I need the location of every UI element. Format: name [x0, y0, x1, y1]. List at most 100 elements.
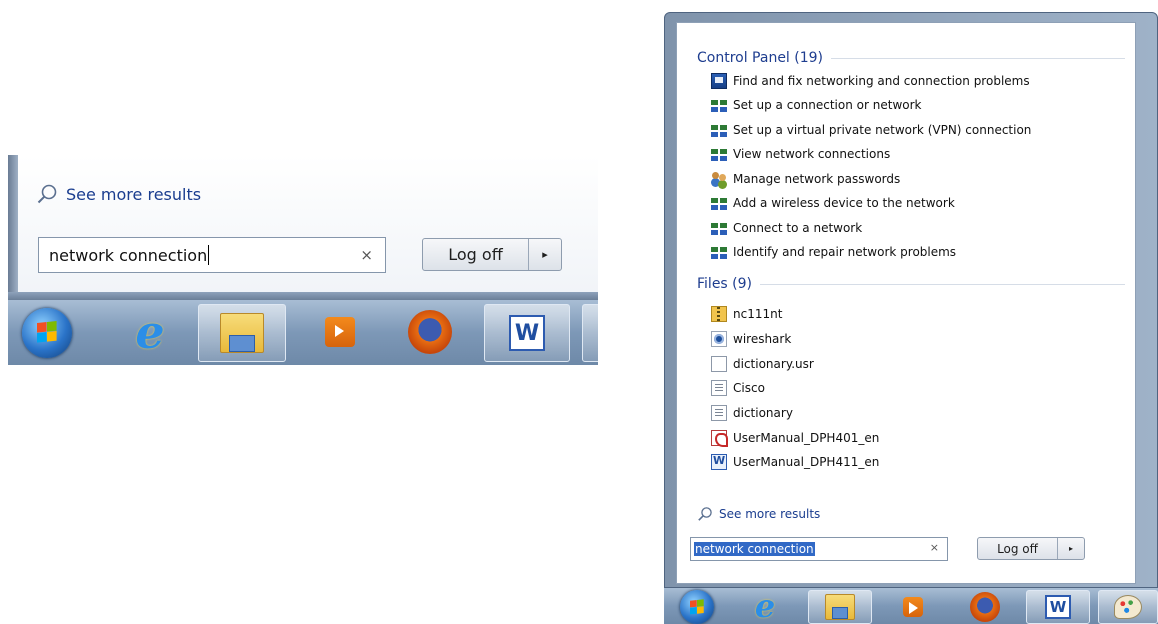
shutdown-options-arrow-icon[interactable]: ▸: [529, 239, 561, 270]
pdf-icon: [711, 430, 728, 447]
internet-explorer-icon: e: [754, 587, 776, 624]
result-identify-and-repair[interactable]: Identify and repair network problems: [711, 241, 956, 263]
start-menu-bottom-area: See more results network connection × Lo…: [0, 155, 598, 300]
log-off-split-button: Log off ▸: [977, 537, 1085, 560]
search-input-value: network connection: [49, 245, 208, 265]
search-input[interactable]: network connection ×: [38, 237, 386, 273]
start-menu-frame: Control Panel (19) Find and fix networki…: [664, 12, 1158, 588]
paint-icon: [1114, 595, 1142, 619]
see-more-results-label: See more results: [66, 184, 202, 204]
result-label: Connect to a network: [733, 221, 863, 235]
file-label: dictionary: [733, 406, 793, 420]
result-set-up-vpn[interactable]: Set up a virtual private network (VPN) c…: [711, 119, 1031, 141]
file-usermanual-dph401[interactable]: UserManual_DPH401_en: [711, 427, 879, 449]
taskbar-media-player[interactable]: [298, 304, 382, 360]
file-nc111nt[interactable]: nc111nt: [711, 303, 782, 325]
media-player-icon: [903, 597, 923, 617]
users-icon: [711, 171, 727, 187]
media-player-icon: [325, 317, 355, 347]
word-icon: W: [509, 315, 545, 351]
taskbar-windows-explorer[interactable]: [198, 304, 286, 362]
files-heading: Files (9): [697, 276, 753, 292]
file-dictionary-usr[interactable]: dictionary.usr: [711, 353, 814, 375]
magnifier-icon: [698, 507, 712, 521]
result-label: Identify and repair network problems: [733, 245, 957, 259]
start-menu: Control Panel (19) Find and fix networki…: [664, 12, 1158, 624]
network-icon: [711, 97, 727, 113]
file-label: Cisco: [733, 381, 765, 395]
zip-folder-icon: [711, 306, 727, 322]
log-off-button[interactable]: Log off: [978, 538, 1058, 559]
start-menu-frame-bottom: [8, 292, 598, 300]
file-cisco[interactable]: Cisco: [711, 377, 765, 399]
result-set-up-connection[interactable]: Set up a connection or network: [711, 94, 921, 116]
taskbar-windows-explorer[interactable]: [808, 590, 872, 624]
taskbar-internet-explorer[interactable]: e: [110, 304, 190, 360]
see-more-results-link[interactable]: See more results: [36, 183, 201, 205]
shutdown-options-arrow-icon[interactable]: ▸: [1058, 538, 1084, 559]
files-group-header[interactable]: Files (9): [697, 276, 1137, 292]
file-dictionary[interactable]: dictionary: [711, 402, 793, 424]
result-label: Manage network passwords: [733, 172, 901, 186]
result-view-network-connections[interactable]: View network connections: [711, 143, 890, 165]
clear-search-icon[interactable]: ×: [930, 541, 939, 554]
search-results-panel: Control Panel (19) Find and fix networki…: [676, 22, 1136, 584]
taskbar-next-item[interactable]: [582, 304, 598, 362]
network-icon: [711, 146, 727, 162]
taskbar-firefox[interactable]: [388, 304, 472, 360]
see-more-results-label: See more results: [719, 507, 821, 521]
word-icon: W: [1045, 595, 1071, 619]
group-divider: [831, 57, 1125, 59]
taskbar-word[interactable]: W: [1026, 590, 1090, 624]
network-icon: [711, 122, 727, 138]
start-button[interactable]: [674, 590, 720, 624]
result-add-wireless-device[interactable]: Add a wireless device to the network: [711, 192, 955, 214]
result-label: View network connections: [733, 147, 891, 161]
text-file-icon: [711, 405, 727, 421]
firefox-icon: [408, 310, 452, 354]
clear-search-icon[interactable]: ×: [360, 246, 373, 264]
magnifier-icon: [37, 184, 57, 204]
search-input-value: network connection: [694, 542, 815, 556]
windows-explorer-icon: [825, 594, 855, 620]
file-label: wireshark: [733, 332, 792, 346]
internet-explorer-icon: e: [135, 305, 165, 359]
taskbar: e W: [664, 587, 1158, 624]
file-label: nc111nt: [733, 307, 783, 321]
file-label: dictionary.usr: [733, 357, 814, 371]
taskbar-firefox[interactable]: [954, 590, 1016, 624]
result-find-and-fix-networking[interactable]: Find and fix networking and connection p…: [711, 70, 1030, 92]
zoomed-start-menu-crop: See more results network connection × Lo…: [0, 155, 598, 365]
taskbar: e W: [8, 300, 598, 365]
result-label: Set up a connection or network: [733, 98, 922, 112]
result-label: Set up a virtual private network (VPN) c…: [733, 123, 1032, 137]
start-orb-icon: [22, 308, 72, 358]
result-manage-network-passwords[interactable]: Manage network passwords: [711, 168, 900, 190]
text-file-icon: [711, 380, 727, 396]
taskbar-internet-explorer[interactable]: e: [736, 587, 794, 624]
network-icon: [711, 220, 727, 236]
taskbar-paint[interactable]: [1098, 590, 1158, 624]
wireshark-icon: [711, 331, 727, 347]
group-divider: [760, 283, 1125, 285]
windows-explorer-icon: [220, 313, 264, 353]
result-connect-to-network[interactable]: Connect to a network: [711, 217, 862, 239]
start-button[interactable]: [20, 306, 74, 360]
troubleshoot-icon: [711, 73, 727, 89]
see-more-results-link[interactable]: See more results: [697, 506, 820, 522]
word-doc-icon: [711, 454, 727, 470]
log-off-button[interactable]: Log off: [423, 239, 529, 270]
control-panel-heading: Control Panel (19): [697, 50, 824, 66]
start-menu-frame-edge: [8, 155, 18, 300]
search-input[interactable]: network connection ×: [690, 537, 948, 561]
result-label: Find and fix networking and connection p…: [733, 74, 1030, 88]
taskbar-media-player[interactable]: [882, 590, 944, 624]
network-icon: [711, 244, 727, 260]
control-panel-group-header[interactable]: Control Panel (19): [697, 50, 1137, 66]
taskbar-word[interactable]: W: [484, 304, 570, 362]
file-usermanual-dph411[interactable]: UserManual_DPH411_en: [711, 451, 879, 473]
firefox-icon: [970, 592, 1000, 622]
log-off-split-button: Log off ▸: [422, 238, 562, 271]
start-orb-icon: [680, 590, 714, 624]
file-wireshark[interactable]: wireshark: [711, 328, 791, 350]
